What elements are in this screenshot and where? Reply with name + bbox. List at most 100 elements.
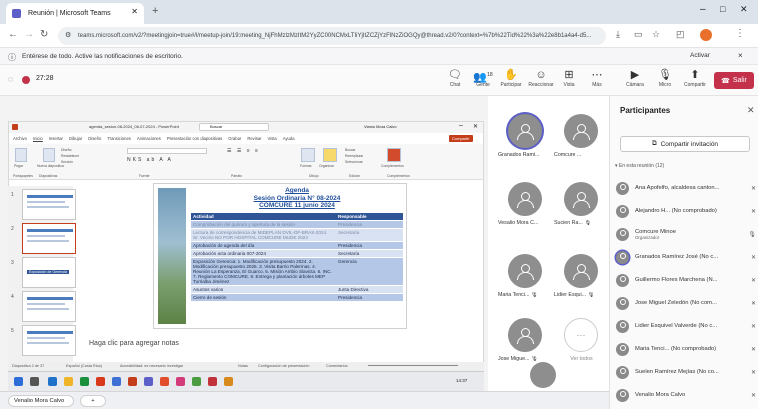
view-button[interactable]: ⊞ Vista <box>554 69 584 94</box>
word-icon[interactable] <box>112 377 121 386</box>
ppt-share-button[interactable]: Compartir <box>449 135 473 142</box>
font-format-buttons[interactable]: NKS ab A A <box>127 157 173 163</box>
share-button[interactable]: ⬆ Compartir <box>680 69 710 94</box>
share-invite-button[interactable]: ⧉ Compartir invitación <box>620 136 750 152</box>
start-icon[interactable] <box>14 377 23 386</box>
participant-list-item[interactable]: Jose Miguel Zeledón (No com... ✕ <box>616 293 756 313</box>
chrome-icon[interactable] <box>96 377 105 386</box>
browser-tab[interactable]: Reunión | Microsoft Teams ✕ <box>6 3 144 24</box>
ppt-search-box[interactable]: Buscar <box>199 123 269 131</box>
notes-toggle[interactable]: Notas <box>238 364 248 368</box>
addins-icon[interactable] <box>387 148 401 162</box>
taskbar-app-icon[interactable] <box>176 377 185 386</box>
slide-thumbnail[interactable] <box>22 189 76 220</box>
taskbar-app-icon[interactable] <box>192 377 201 386</box>
participant-list-item[interactable]: Guillermo Flores Marchena (N... ✕ <box>616 270 756 290</box>
ppt-menu-item[interactable]: Diseño <box>88 136 101 141</box>
user-chip[interactable]: Venalio Mora Calvo <box>8 395 74 407</box>
participant-list-item[interactable]: Comcure Minoe Organizador 🎙 <box>616 224 756 244</box>
taskbar-app-icon[interactable] <box>224 377 233 386</box>
ppt-menu-item[interactable]: Archivo <box>13 136 27 141</box>
ppt-menu-item[interactable]: Transiciones <box>107 136 131 141</box>
leave-button[interactable]: ☎ Salir <box>714 72 754 89</box>
ppt-menu-item[interactable]: Ayuda <box>283 136 295 141</box>
taskbar-app-icon[interactable] <box>160 377 169 386</box>
notification-close-icon[interactable]: × <box>738 51 743 60</box>
url-field[interactable]: ⚙ teams.microsoft.com/v2/?meetingjoin=tr… <box>58 27 606 45</box>
section-label[interactable]: Sección <box>61 160 73 164</box>
replace-label[interactable]: Reemplazar <box>345 154 363 158</box>
shapes-icon[interactable] <box>301 148 315 162</box>
cast-icon[interactable]: ▭ <box>634 29 643 40</box>
participant-list-item[interactable]: Lidier Esquivel Valverde (No c... ✕ <box>616 316 756 336</box>
bookmark-icon[interactable]: ☆ <box>652 29 660 40</box>
taskbar-powerpoint-icon[interactable] <box>128 377 137 386</box>
profile-avatar[interactable] <box>700 29 712 41</box>
back-icon[interactable]: ← <box>8 29 18 40</box>
taskbar-app-icon[interactable] <box>208 377 217 386</box>
participant-list-item[interactable]: Venalio Mora Calvo ✕ <box>616 385 756 405</box>
site-info-icon[interactable]: ⚙ <box>65 31 71 39</box>
participant-list-item[interactable]: Suelen Ramírez Mejías (No co... ✕ <box>616 362 756 382</box>
excel-icon[interactable] <box>80 377 89 386</box>
see-all-tile[interactable]: ⋯ Ver todos <box>554 314 609 369</box>
slide-thumbnail[interactable]: Exposición de Gerencia <box>22 257 76 288</box>
raise-hand-button[interactable]: ✋ Participar <box>496 69 526 94</box>
new-tab-icon[interactable]: + <box>152 5 158 17</box>
slide-thumbnail-selected[interactable] <box>22 223 76 254</box>
notes-placeholder[interactable]: Haga clic para agregar notas <box>89 340 179 347</box>
taskbar-search-icon[interactable] <box>30 377 39 386</box>
participant-tile[interactable]: Jose Migue... 🎙 <box>498 314 553 369</box>
paste-icon[interactable] <box>15 148 27 162</box>
ppt-menu-item[interactable]: Insertar <box>49 136 63 141</box>
browser-menu-icon[interactable]: ⋮ <box>735 28 745 39</box>
extensions-icon[interactable]: ◰ <box>676 29 685 40</box>
participant-list-item[interactable]: Granados Ramírez José (No c... ✕ <box>616 247 756 267</box>
taskbar-app-icon[interactable] <box>48 377 57 386</box>
ppt-menu-item[interactable]: Grabar <box>228 136 241 141</box>
file-explorer-icon[interactable] <box>64 377 73 386</box>
add-button[interactable]: + <box>80 395 106 407</box>
participant-tile[interactable]: Lidier Esqui... 🎙 <box>554 250 609 305</box>
download-icon[interactable]: ⤓ <box>616 29 620 40</box>
ppt-menu-item[interactable]: Vista <box>268 136 277 141</box>
search-ribbon-label[interactable]: Buscar <box>345 148 356 152</box>
participant-tile[interactable]: Comcure ... <box>554 110 609 165</box>
participant-list-item[interactable]: Alejandro H... (No comprobado) ✕ <box>616 201 756 221</box>
ppt-menu-item[interactable]: Animaciones <box>137 136 161 141</box>
minimize-icon[interactable]: – <box>700 4 706 15</box>
tab-close-icon[interactable]: ✕ <box>131 7 138 16</box>
slide-thumbnail[interactable] <box>22 325 76 356</box>
reload-icon[interactable]: ↻ <box>40 29 48 40</box>
language-status[interactable]: Español (Costa Rica) <box>66 364 102 368</box>
forward-icon[interactable]: → <box>24 29 34 40</box>
window-close-icon[interactable]: ✕ <box>740 4 748 15</box>
comments-toggle[interactable]: Comentarios <box>326 364 348 368</box>
participant-list-item[interactable]: Maria Tenci... (No comprobado) ✕ <box>616 339 756 359</box>
font-select[interactable] <box>127 148 207 154</box>
display-settings[interactable]: Configuración de presentación <box>258 364 310 368</box>
ppt-menu-item[interactable]: Presentación con diapositivas <box>167 136 222 141</box>
ppt-menu-item[interactable]: Inicio <box>33 136 43 141</box>
participant-tile[interactable]: Granados Rami... <box>498 110 553 165</box>
participant-list-item[interactable]: Ana Apofelfo, alcaldesa canton... ✕ <box>616 178 756 198</box>
ppt-minimize-icon[interactable]: – <box>459 122 463 129</box>
participant-tile[interactable]: Vesalio Mora C... <box>498 178 553 233</box>
ppt-menu-item[interactable]: Revisar <box>247 136 261 141</box>
activate-notifications-link[interactable]: Activar <box>690 52 710 59</box>
arrange-icon[interactable] <box>323 148 337 162</box>
accessibility-status[interactable]: Accesibilidad: es necesario investigar <box>120 364 183 368</box>
participant-tile[interactable]: Sucien Ra... 🎙 <box>554 178 609 233</box>
zoom-slider[interactable] <box>368 365 458 366</box>
in-meeting-section[interactable]: ▾ En esta reunión (12) <box>615 163 664 169</box>
chat-button[interactable]: 🗨 Chat <box>440 69 470 94</box>
camera-button[interactable]: ▶ Cámara <box>620 69 650 94</box>
paragraph-buttons[interactable]: ☰ ☰ ≡ ≡ <box>227 148 260 154</box>
taskbar-teams-icon[interactable] <box>144 377 153 386</box>
participant-tile[interactable]: Maria Tenci... 🎙 <box>498 250 553 305</box>
panel-close-icon[interactable]: ✕ <box>747 105 755 116</box>
ppt-menu-item[interactable]: Dibujar <box>69 136 82 141</box>
react-button[interactable]: ☺ Reaccionar <box>526 69 556 94</box>
new-slide-icon[interactable] <box>43 148 55 162</box>
maximize-icon[interactable]: □ <box>720 4 725 14</box>
